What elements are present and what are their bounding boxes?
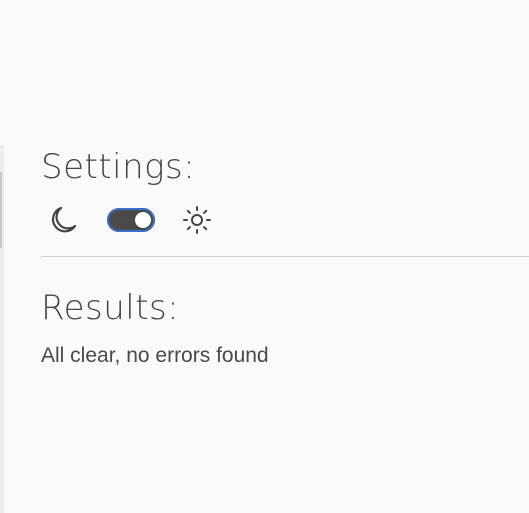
- settings-heading: Settings:: [41, 147, 196, 187]
- page: Settings: Results: All clear, no errors …: [0, 0, 529, 513]
- scroll-indicator[interactable]: [0, 172, 2, 248]
- moon-icon[interactable]: [47, 204, 79, 236]
- results-heading: Results:: [41, 288, 180, 328]
- toggle-knob: [135, 212, 151, 228]
- results-message: All clear, no errors found: [41, 344, 269, 367]
- sun-icon[interactable]: [181, 204, 213, 236]
- theme-toggle-row: [41, 200, 529, 240]
- settings-panel: Settings: Results: All clear, no errors …: [41, 146, 529, 369]
- section-divider: [41, 256, 529, 257]
- theme-toggle-switch[interactable]: [107, 208, 155, 232]
